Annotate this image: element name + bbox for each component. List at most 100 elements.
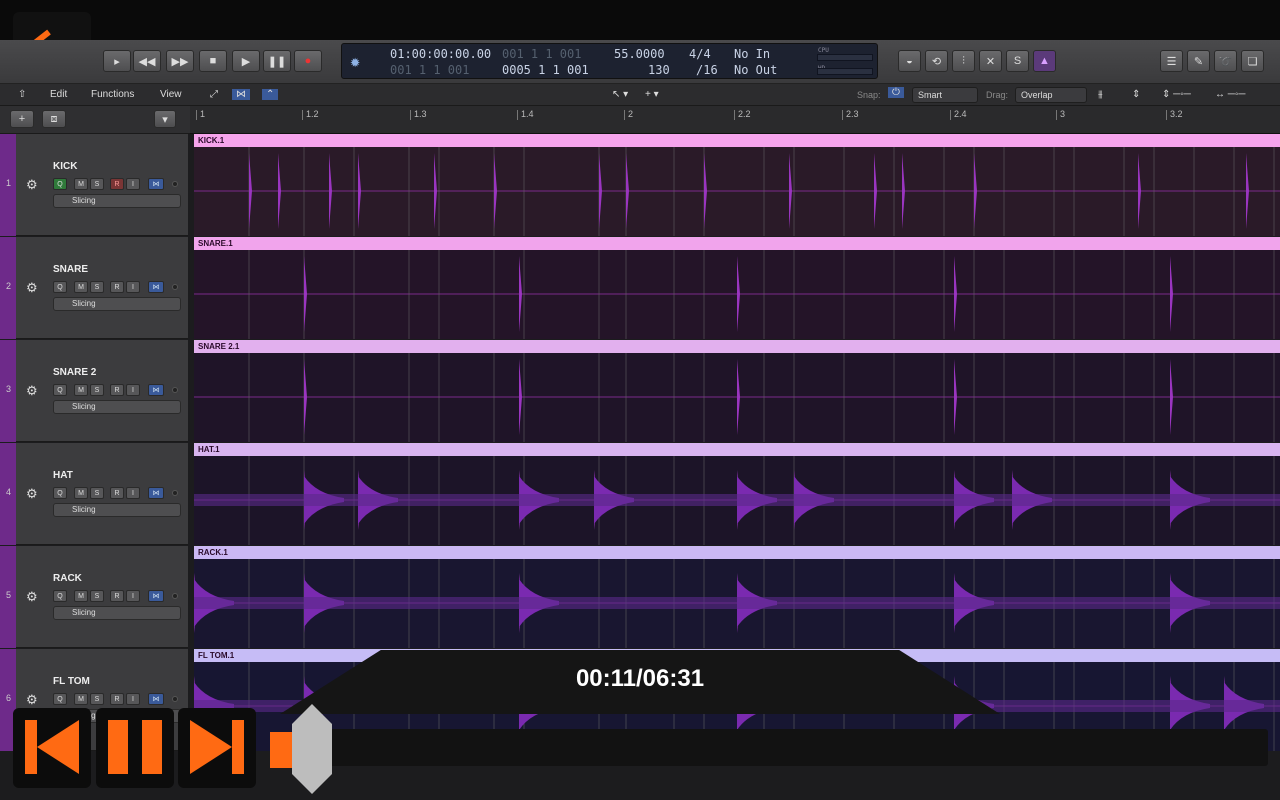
record-button[interactable]: ● [294,50,322,72]
quick-swipe-button[interactable]: Q [53,487,67,499]
scrub-bar[interactable] [300,729,1268,766]
flex-track-button[interactable]: ⋈ [148,384,164,396]
solo-track-button[interactable]: S [90,384,104,396]
flex-icon[interactable]: ⌃ [262,89,279,100]
loop-browser-button[interactable]: ➰ [1214,50,1237,72]
add-track-button[interactable]: + [10,110,34,128]
pause-button-player[interactable] [96,708,174,788]
solo-button[interactable]: S [1006,50,1029,72]
vertical-zoom-icon[interactable]: ⇕ [1132,89,1140,100]
pause-button[interactable]: ❚❚ [263,50,291,72]
solo-track-button[interactable]: S [90,693,104,705]
edit-menu[interactable]: Edit [50,89,67,100]
drum-kit-icon: ⚙ [26,280,38,295]
solo-track-button[interactable]: S [90,178,104,190]
track-header[interactable]: 5 ⚙ RACK Q M S R I ⋈ Slicing [0,546,188,648]
bar-ruler[interactable]: 1 1.2 1.3 1.4 2 2.2 2.3 2.4 3 3.2 [190,106,1280,134]
play-button[interactable]: ▶ [232,50,260,72]
mute-button[interactable]: M [74,693,88,705]
quick-swipe-button[interactable]: Q [53,693,67,705]
quick-swipe-button[interactable]: Q [53,178,67,190]
autopunch-button[interactable]: ⫶ [952,50,975,72]
input-monitor-button[interactable]: I [126,693,140,705]
metronome-button[interactable]: ▲ [1033,50,1056,72]
audio-region[interactable]: RACK.1 [194,546,1280,648]
rewind-button[interactable]: ◀◀ [133,50,161,72]
audio-region[interactable]: SNARE.1 [194,237,1280,339]
list-editors-button[interactable]: ☰ [1160,50,1183,72]
solo-track-button[interactable]: S [90,281,104,293]
input-monitor-button[interactable]: I [126,590,140,602]
snap-select[interactable]: Smart [912,87,978,103]
solo-track-button[interactable]: S [90,487,104,499]
scrub-handle[interactable] [270,704,332,794]
fast-forward-icon: ▶▶ [171,55,189,68]
audio-region[interactable]: SNARE 2.1 [194,340,1280,442]
mute-button[interactable]: M [74,281,88,293]
track-header[interactable]: 1 ⚙ KICK Q M S R I ⋈ Slicing [0,134,188,236]
mute-button[interactable]: M [74,487,88,499]
record-enable-button[interactable]: R [110,281,124,293]
pointer-tool-icon[interactable]: ↖ ▾ [612,89,628,100]
flex-track-button[interactable]: ⋈ [148,281,164,293]
mute-button[interactable]: M [74,178,88,190]
audio-region[interactable]: HAT.1 [194,443,1280,545]
waveform-zoom-icon[interactable]: ⫵ [1098,89,1103,100]
notepad-button[interactable]: ✎ [1187,50,1210,72]
solo-track-button[interactable]: S [90,590,104,602]
flex-mode-select[interactable]: Slicing [53,503,181,517]
ruler-tick: 1.3 [414,109,427,119]
replace-button[interactable]: ✕ [979,50,1002,72]
catch-icon[interactable]: ⤢ [210,89,218,100]
quick-swipe-button[interactable]: Q [53,384,67,396]
audio-region[interactable]: KICK.1 [194,134,1280,236]
previous-button[interactable] [13,708,91,788]
input-monitor-button[interactable]: I [126,281,140,293]
horizontal-zoom-slider[interactable]: ↔ ─◦─ [1215,89,1246,100]
stop-button[interactable]: ■ [199,50,227,72]
vertical-zoom-slider[interactable]: ⇕ ─◦─ [1162,89,1191,100]
record-enable-button[interactable]: R [110,384,124,396]
marquee-tool-icon[interactable]: + ▾ [645,89,659,100]
drag-select[interactable]: Overlap [1015,87,1087,103]
track-name: RACK [53,573,82,584]
tuner-button[interactable]: ◒ [898,50,921,72]
record-enable-button[interactable]: R [110,178,124,190]
flex-mode-select[interactable]: Slicing [53,297,181,311]
flex-track-button[interactable]: ⋈ [148,487,164,499]
flex-mode-select[interactable]: Slicing [53,400,181,414]
mute-button[interactable]: M [74,384,88,396]
lcd-display[interactable]: ✹ 01:00:00:00.00 001 1 1 001 001 1 1 001… [341,43,878,79]
functions-menu[interactable]: Functions [91,89,134,100]
flex-mode-select[interactable]: Slicing [53,606,181,620]
record-enable-button[interactable]: R [110,487,124,499]
flex-mode-select[interactable]: Slicing [53,194,181,208]
flex-track-button[interactable]: ⋈ [148,693,164,705]
global-tracks-button[interactable]: ▾ [154,110,176,128]
fast-forward-button[interactable]: ▶▶ [166,50,194,72]
ruler-tick: 1.4 [521,109,534,119]
snap-toggle[interactable]: ⏻ [888,87,904,98]
new-folder-button[interactable]: ⧈ [42,110,66,128]
browser-button[interactable]: ❏ [1241,50,1264,72]
up-arrow-icon[interactable]: ⇧ [18,89,26,100]
track-header[interactable]: 2 ⚙ SNARE Q M S R I ⋈ Slicing [0,237,188,339]
flex-track-button[interactable]: ⋈ [148,178,164,190]
track-header[interactable]: 3 ⚙ SNARE 2 Q M S R I ⋈ Slicing [0,340,188,442]
quick-swipe-button[interactable]: Q [53,590,67,602]
input-monitor-button[interactable]: I [126,178,140,190]
input-monitor-button[interactable]: I [126,487,140,499]
track-header[interactable]: 4 ⚙ HAT Q M S R I ⋈ Slicing [0,443,188,545]
mute-button[interactable]: M [74,590,88,602]
link-icon[interactable]: ⋈ [232,89,250,100]
quick-swipe-button[interactable]: Q [53,281,67,293]
track-status-dot [172,387,178,393]
play-from-selection-button[interactable]: ▸ [103,50,131,72]
record-enable-button[interactable]: R [110,693,124,705]
cycle-button[interactable]: ⟲ [925,50,948,72]
flex-track-button[interactable]: ⋈ [148,590,164,602]
next-button[interactable] [178,708,256,788]
input-monitor-button[interactable]: I [126,384,140,396]
record-enable-button[interactable]: R [110,590,124,602]
view-menu[interactable]: View [160,89,182,100]
